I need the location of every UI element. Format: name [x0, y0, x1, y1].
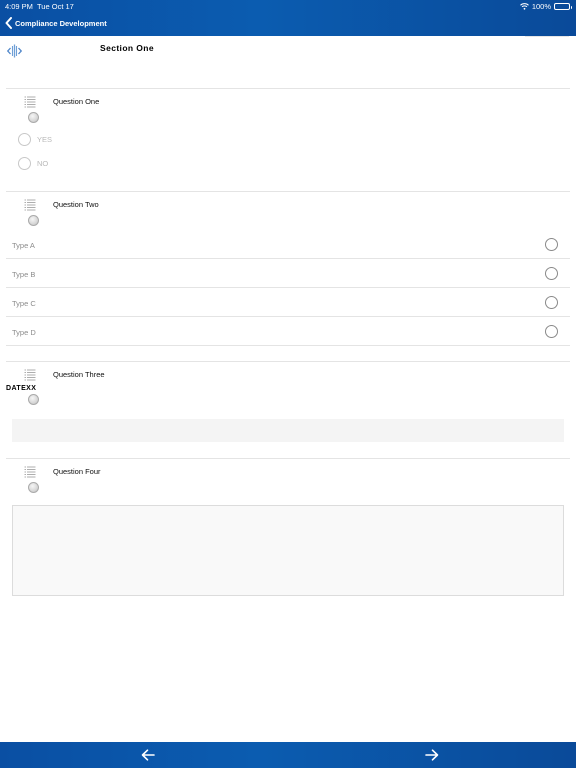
divider [6, 345, 570, 346]
nav-title: Compliance Development [15, 18, 107, 28]
question-four-textarea[interactable] [12, 505, 564, 596]
divider [6, 361, 570, 362]
list-icon [24, 199, 36, 211]
date-input[interactable] [12, 419, 564, 442]
section-title: Section One [100, 43, 154, 53]
divider [6, 458, 570, 459]
radio-type-c[interactable] [545, 296, 558, 309]
wifi-icon [519, 3, 529, 10]
divider [6, 88, 570, 89]
radio-type-b[interactable] [545, 267, 558, 280]
bottom-nav-bar [0, 742, 576, 768]
question-two-label: Question Two [53, 200, 99, 209]
divider [6, 287, 570, 288]
status-time: 4:09 PM [5, 2, 33, 11]
type-b-label: Type B [12, 270, 36, 279]
divider [6, 258, 570, 259]
chevron-left-icon [5, 17, 12, 29]
previous-button[interactable] [141, 749, 155, 761]
question-four-label: Question Four [53, 467, 101, 476]
radio-no[interactable] [18, 157, 31, 170]
radio-type-a[interactable] [545, 238, 558, 251]
section-expand-icon[interactable] [7, 44, 22, 58]
type-c-label: Type C [12, 299, 36, 308]
type-a-label: Type A [12, 241, 35, 250]
option-no-label: NO [37, 159, 49, 168]
arrow-left-icon [141, 749, 155, 761]
battery-percent: 100% [531, 2, 551, 11]
arrow-right-icon [425, 749, 439, 761]
question-one-status-dot [28, 112, 39, 123]
type-d-label: Type D [12, 328, 36, 337]
top-nav-bar: 4:09 PM Tue Oct 17 100% Compliance Devel… [0, 0, 576, 36]
battery-icon [554, 3, 572, 10]
status-date: Tue Oct 17 [37, 2, 74, 11]
radio-yes[interactable] [18, 133, 31, 146]
question-three-label: Question Three [53, 370, 105, 379]
question-three-status-dot [28, 394, 39, 405]
question-three-tag: DATEXX [6, 385, 37, 392]
next-button[interactable] [425, 749, 439, 761]
status-indicators: 100% [519, 2, 572, 11]
divider [6, 191, 570, 192]
list-icon [24, 369, 36, 381]
section-header [0, 36, 576, 88]
header-accent-line [525, 36, 569, 37]
list-icon [24, 466, 36, 478]
list-icon [24, 96, 36, 108]
question-two-status-dot [28, 215, 39, 226]
divider [6, 316, 570, 317]
back-button[interactable]: Compliance Development [4, 17, 107, 29]
question-four-status-dot [28, 482, 39, 493]
option-yes-label: YES [37, 135, 53, 144]
radio-type-d[interactable] [545, 325, 558, 338]
question-one-label: Question One [53, 97, 100, 106]
